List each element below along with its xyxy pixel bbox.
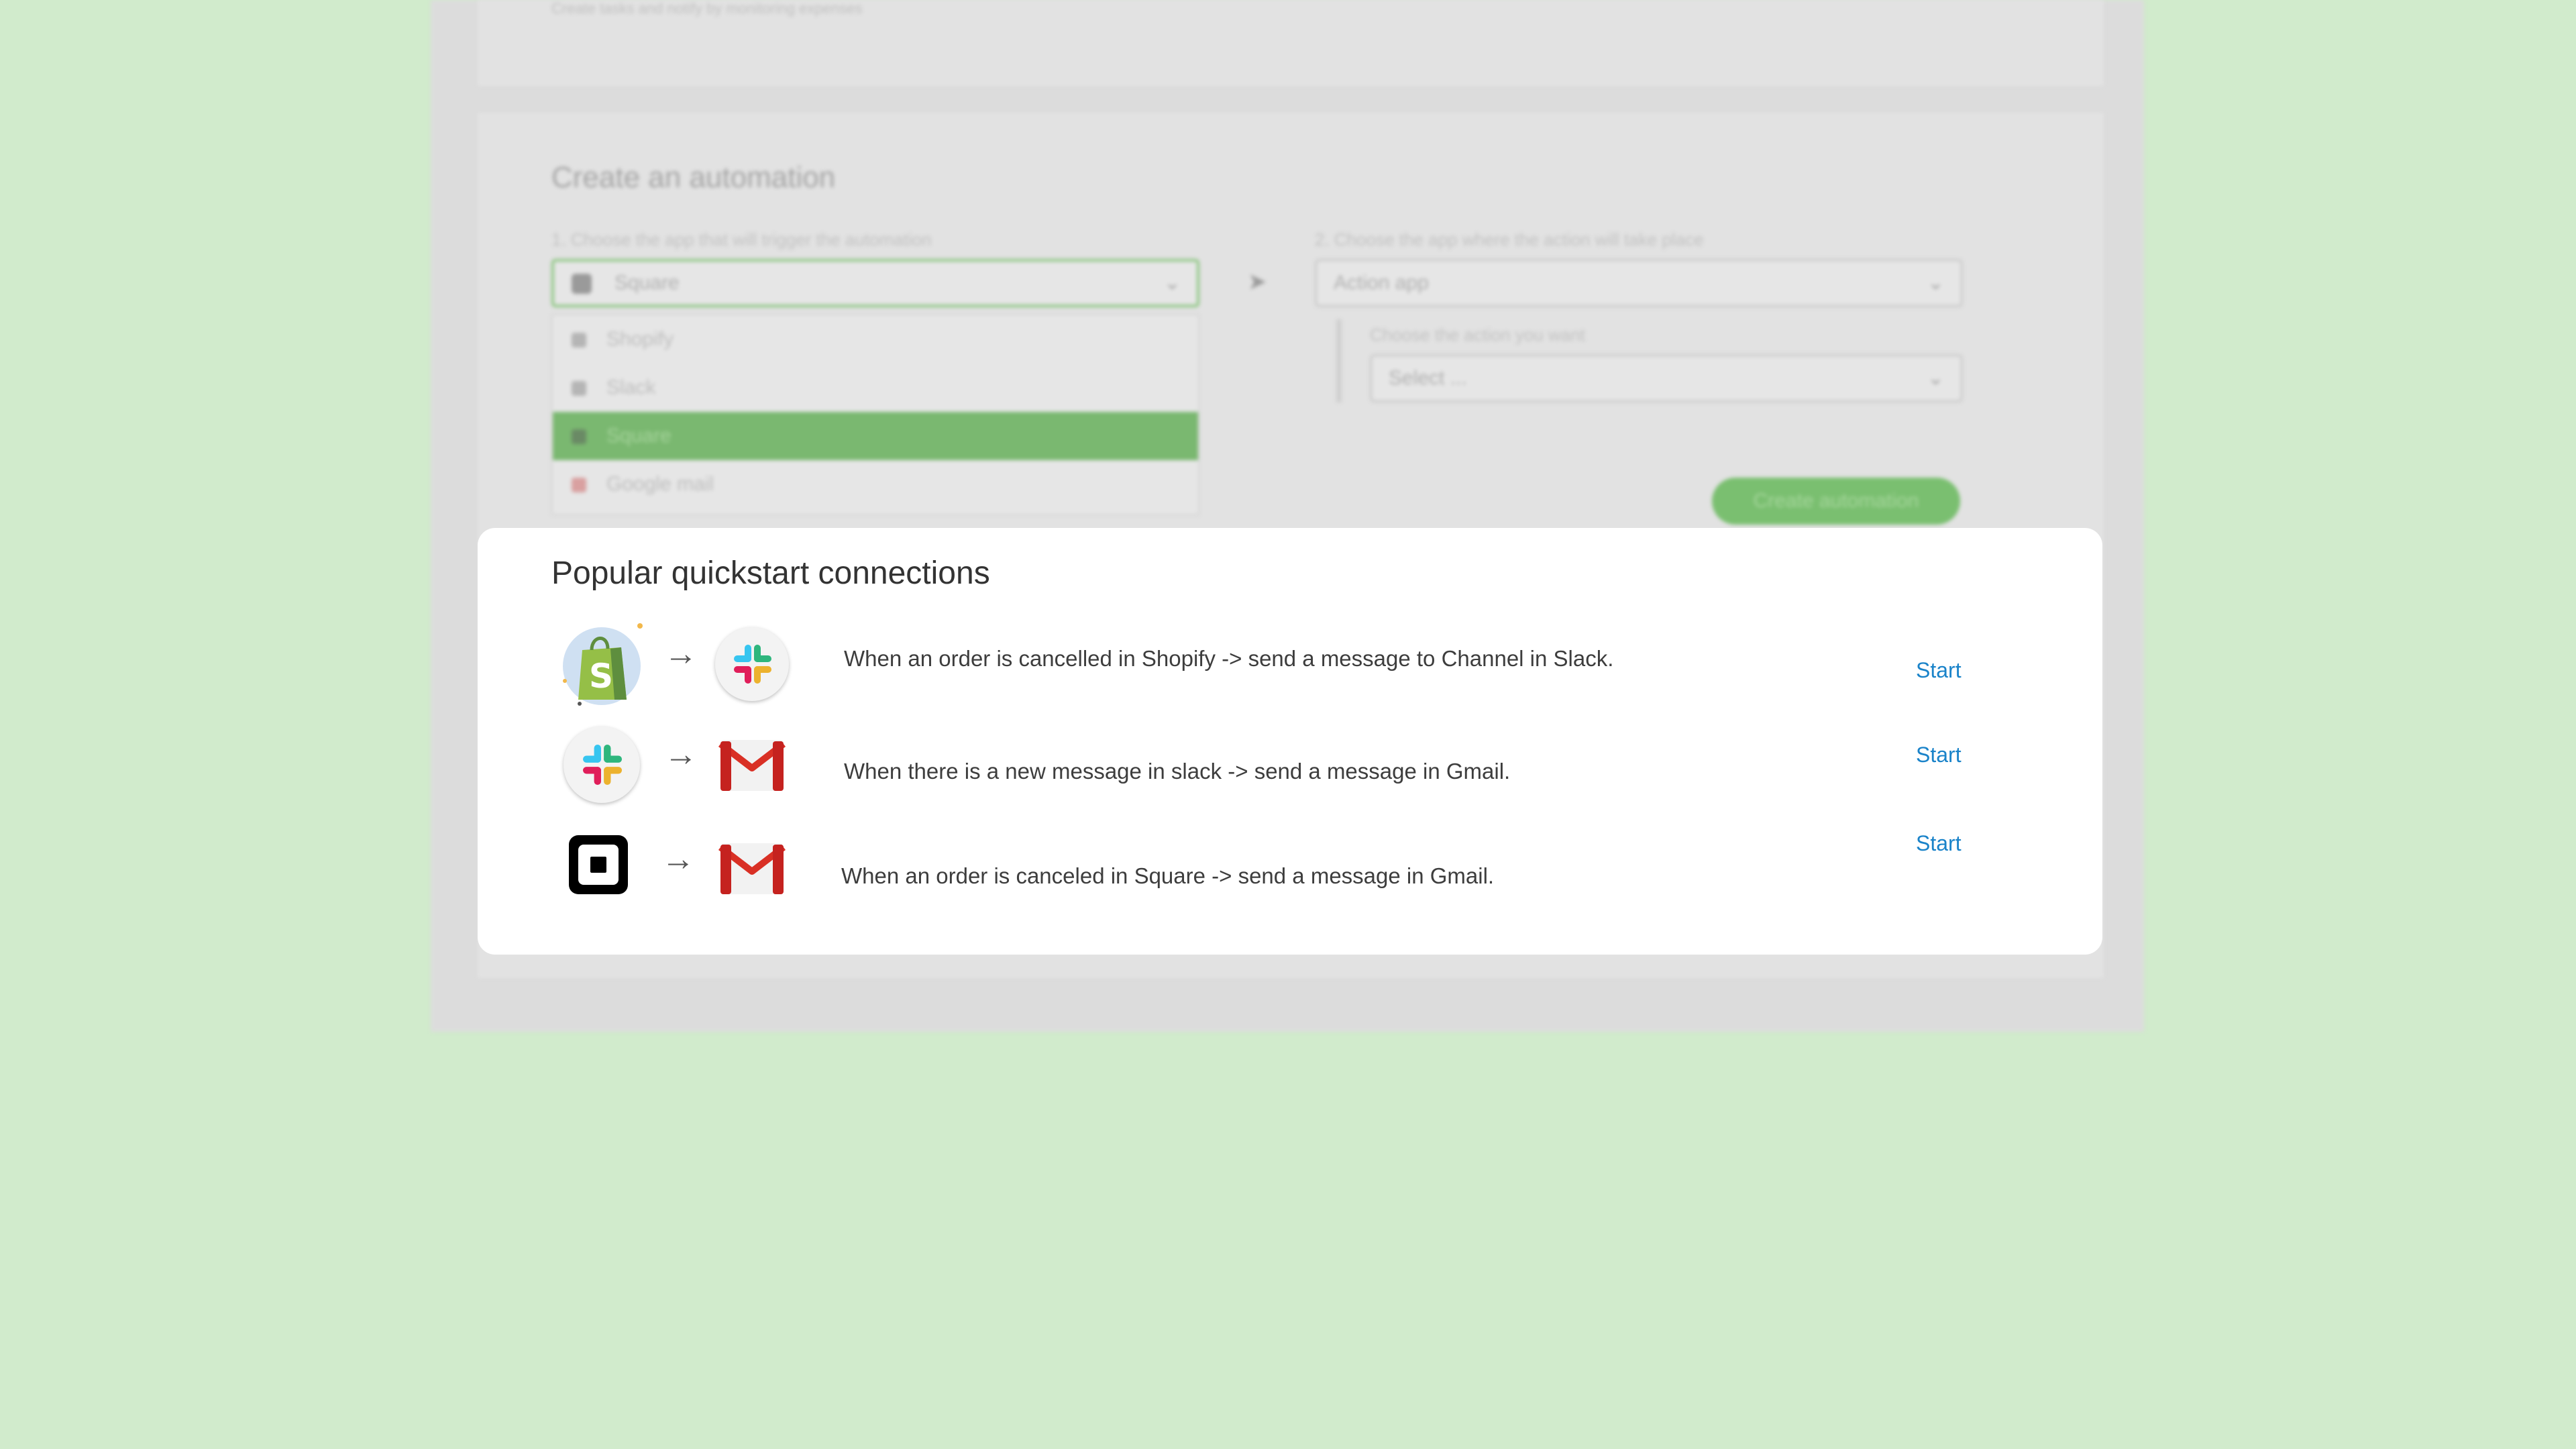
slack-icon [572, 381, 586, 396]
start-link[interactable]: Start [1916, 743, 1962, 767]
create-automation-button[interactable]: Create automation [1712, 478, 1960, 525]
square-icon [569, 835, 628, 894]
trigger-app-label: 1. Choose the app that will trigger the … [551, 229, 932, 250]
dropdown-option-shopify[interactable]: Shopify [553, 315, 1198, 364]
connection-description: When an order is cancelled in Shopify ->… [844, 646, 1614, 671]
slack-icon-wrap [564, 727, 640, 803]
svg-text:S: S [589, 657, 613, 696]
gmail-icon [718, 843, 786, 894]
create-automation-title: Create an automation [551, 161, 836, 194]
trigger-app-value: Square [614, 272, 680, 294]
sub-action-select[interactable]: Select ... ⌄ [1370, 354, 1963, 402]
trigger-app-dropdown: Shopify Slack Square Google mail [551, 314, 1199, 515]
chevron-down-icon: ⌄ [1163, 272, 1181, 294]
sub-action-value: Select ... [1389, 367, 1467, 389]
background-top-text: Create tasks and notify by monitoring ex… [551, 0, 863, 17]
chevron-down-icon: ⌄ [1927, 272, 1944, 294]
sub-action-divider [1336, 319, 1342, 402]
dropdown-option-square[interactable]: Square [553, 412, 1198, 460]
square-icon [572, 429, 586, 444]
slack-icon-wrap [715, 627, 789, 701]
slack-icon [583, 744, 623, 786]
start-link[interactable]: Start [1916, 831, 1962, 856]
arrow-right-icon: → [664, 735, 698, 773]
panel-title: Popular quickstart connections [551, 555, 990, 591]
action-app-value: Action app [1334, 272, 1429, 294]
action-app-select[interactable]: Action app ⌄ [1315, 259, 1963, 307]
trigger-app-select[interactable]: Square ⌄ [551, 259, 1199, 307]
gmail-icon [718, 740, 786, 791]
connection-description: When an order is canceled in Square -> s… [841, 863, 1495, 888]
gmail-icon [572, 478, 586, 492]
start-link[interactable]: Start [1916, 658, 1962, 683]
action-app-label: 2. Choose the app where the action will … [1315, 229, 1704, 250]
sub-action-label: Choose the action you want [1370, 325, 1585, 345]
shopify-icon: S [563, 623, 643, 706]
arrow-right-icon: → [661, 840, 695, 877]
dropdown-option-slack[interactable]: Slack [553, 364, 1198, 412]
connection-description: When there is a new message in slack -> … [844, 759, 1511, 784]
arrow-right-icon: → [664, 635, 698, 672]
quickstart-connections-panel: Popular quickstart connections S → When … [478, 528, 2102, 955]
square-mini-icon [572, 274, 592, 294]
quickstart-row: S → When an order is cancelled in Shopif… [478, 614, 2102, 706]
quickstart-row: → When an order is canceled in Square ->… [478, 823, 2102, 910]
arrow-right-icon: ➤ [1248, 269, 1267, 294]
slack-icon [734, 645, 771, 684]
shopify-icon [572, 333, 586, 347]
quickstart-row: → When there is a new message in slack -… [478, 722, 2102, 810]
dropdown-option-google-mail[interactable]: Google mail [553, 460, 1198, 508]
chevron-down-icon: ⌄ [1927, 367, 1944, 389]
